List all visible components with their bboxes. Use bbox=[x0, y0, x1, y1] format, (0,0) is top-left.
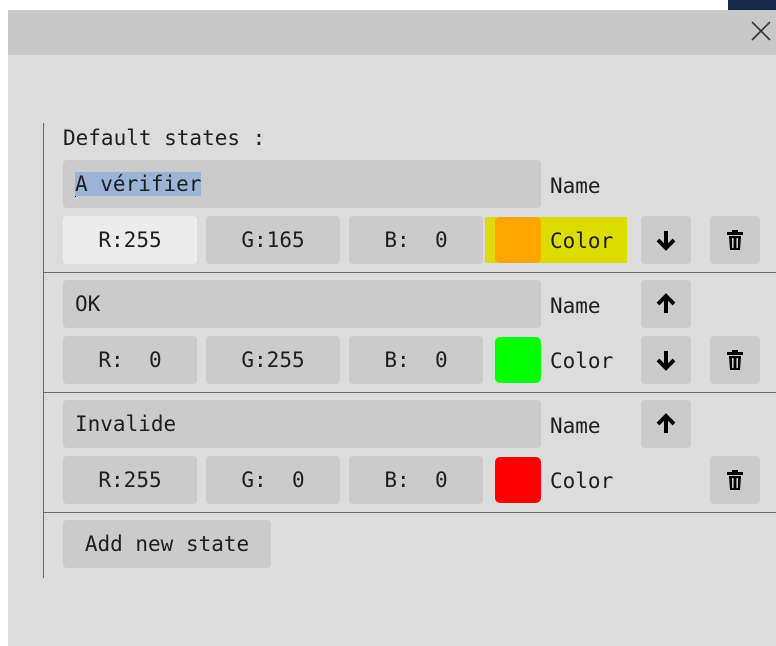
green-value-input[interactable]: G:165 bbox=[206, 216, 340, 264]
arrow-up-icon bbox=[656, 293, 676, 313]
close-icon bbox=[751, 21, 771, 41]
move-up-button[interactable] bbox=[641, 400, 691, 448]
selected-text: A vérifier bbox=[75, 172, 202, 196]
move-up-button[interactable] bbox=[641, 280, 691, 328]
state-name-input[interactable]: Invalide bbox=[63, 400, 541, 448]
state-editor-dialog: Default states : A vérifier Name R:255 G… bbox=[8, 10, 776, 646]
color-swatch[interactable] bbox=[495, 217, 541, 263]
delete-state-button[interactable] bbox=[710, 216, 760, 264]
red-value-input[interactable]: R:255 bbox=[63, 456, 197, 504]
color-label: Color bbox=[550, 349, 614, 373]
name-label: Name bbox=[550, 294, 601, 318]
color-swatch[interactable] bbox=[495, 337, 541, 383]
color-swatch[interactable] bbox=[495, 457, 541, 503]
title-bar bbox=[8, 10, 776, 55]
color-label: Color bbox=[550, 469, 614, 493]
delete-state-button[interactable] bbox=[710, 336, 760, 384]
blue-value-input[interactable]: B: 0 bbox=[349, 216, 483, 264]
state-separator bbox=[43, 392, 776, 393]
add-new-state-button[interactable]: Add new state bbox=[63, 520, 271, 568]
color-label: Color bbox=[550, 229, 614, 253]
screen-corner-accent bbox=[728, 0, 776, 10]
group-left-border bbox=[43, 123, 44, 578]
state-separator bbox=[43, 512, 776, 513]
state-name-input[interactable]: OK bbox=[63, 280, 541, 328]
trash-icon bbox=[727, 470, 743, 490]
arrow-up-icon bbox=[656, 413, 676, 433]
name-label: Name bbox=[550, 414, 601, 438]
move-down-button[interactable] bbox=[641, 216, 691, 264]
state-separator bbox=[43, 272, 776, 273]
arrow-down-icon bbox=[656, 231, 676, 251]
name-label: Name bbox=[550, 174, 601, 198]
trash-icon bbox=[727, 230, 743, 250]
state-name-input[interactable]: A vérifier bbox=[63, 160, 541, 208]
trash-icon bbox=[727, 350, 743, 370]
green-value-input[interactable]: G:255 bbox=[206, 336, 340, 384]
red-value-input[interactable]: R: 0 bbox=[63, 336, 197, 384]
red-value-input[interactable]: R:255 bbox=[63, 216, 197, 264]
close-button[interactable] bbox=[750, 20, 772, 42]
arrow-down-icon bbox=[656, 351, 676, 371]
blue-value-input[interactable]: B: 0 bbox=[349, 456, 483, 504]
move-down-button[interactable] bbox=[641, 336, 691, 384]
blue-value-input[interactable]: B: 0 bbox=[349, 336, 483, 384]
delete-state-button[interactable] bbox=[710, 456, 760, 504]
section-title: Default states : bbox=[63, 126, 266, 150]
green-value-input[interactable]: G: 0 bbox=[206, 456, 340, 504]
